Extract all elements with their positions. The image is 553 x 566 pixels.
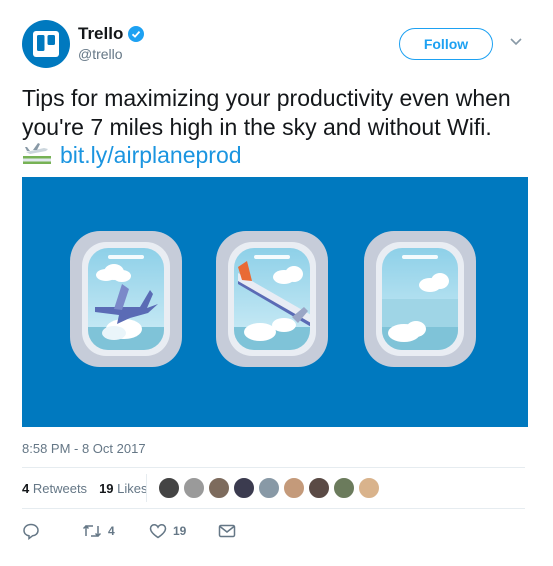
like-icon xyxy=(149,524,167,539)
reply-button[interactable] xyxy=(22,522,82,540)
retweets-stat[interactable]: 4 Retweets xyxy=(22,481,87,496)
retweet-action-count: 4 xyxy=(108,524,115,538)
tweet-image[interactable] xyxy=(22,177,528,427)
account-name[interactable]: Trello xyxy=(78,24,123,44)
liker-avatar[interactable] xyxy=(358,477,380,499)
divider-top xyxy=(22,467,525,468)
retweet-button[interactable]: 4 xyxy=(82,523,149,539)
window-2 xyxy=(216,231,328,367)
stats-separator xyxy=(146,474,147,502)
retweet-icon xyxy=(82,524,102,538)
likes-count: 19 xyxy=(99,481,114,496)
liker-avatars xyxy=(158,477,380,499)
retweets-label: Retweets xyxy=(32,481,88,496)
tweet-body: Tips for maximizing your productivity ev… xyxy=(22,85,511,140)
tweet-stats: 4 Retweets 19 Likes xyxy=(22,481,148,496)
tweet-link[interactable]: bit.ly/airplaneprod xyxy=(60,142,242,168)
window-3 xyxy=(364,231,476,367)
message-icon xyxy=(218,524,236,538)
window-1 xyxy=(70,231,182,367)
chevron-down-icon[interactable] xyxy=(509,37,523,47)
liker-avatar[interactable] xyxy=(208,477,230,499)
liker-avatar[interactable] xyxy=(233,477,255,499)
tweet-actions: 4 19 xyxy=(22,522,236,540)
verified-badge-icon xyxy=(128,26,145,42)
tweet-text: Tips for maximizing your productivity ev… xyxy=(22,84,532,170)
airplane-emoji-icon xyxy=(23,143,51,164)
divider-bottom xyxy=(22,508,525,509)
likes-stat[interactable]: 19 Likes xyxy=(99,481,147,496)
liker-avatar[interactable] xyxy=(258,477,280,499)
retweets-count: 4 xyxy=(22,481,30,496)
follow-button[interactable]: Follow xyxy=(399,28,493,60)
likes-label: Likes xyxy=(117,481,148,496)
liker-avatar[interactable] xyxy=(283,477,305,499)
account-handle[interactable]: @trello xyxy=(78,46,123,62)
liker-avatar[interactable] xyxy=(333,477,355,499)
liker-avatar[interactable] xyxy=(158,477,180,499)
like-action-count: 19 xyxy=(173,524,187,538)
airplane-windows-illustration xyxy=(70,231,476,367)
reply-icon xyxy=(23,523,39,540)
account-name-row[interactable]: Trello xyxy=(78,24,145,44)
tweet-timestamp[interactable]: 8:58 PM - 8 Oct 2017 xyxy=(22,441,146,456)
liker-avatar[interactable] xyxy=(183,477,205,499)
message-button[interactable] xyxy=(218,524,236,538)
trello-logo-icon xyxy=(33,31,59,57)
avatar[interactable] xyxy=(22,20,70,68)
liker-avatar[interactable] xyxy=(308,477,330,499)
like-button[interactable]: 19 xyxy=(149,523,218,539)
